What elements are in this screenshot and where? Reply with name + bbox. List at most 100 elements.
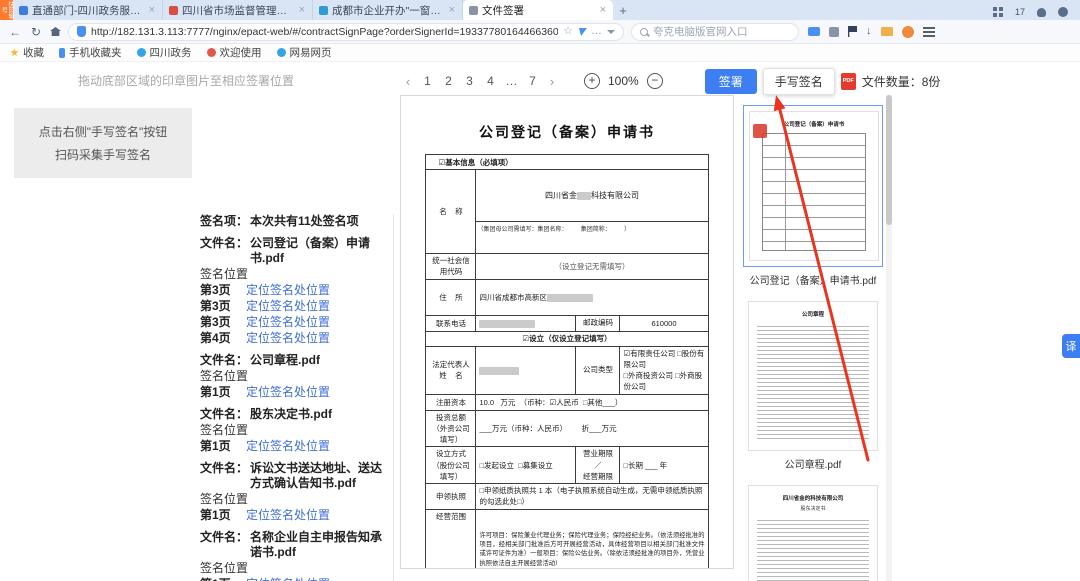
- new-tab-button[interactable]: +: [613, 2, 633, 20]
- document-thumbnail[interactable]: 公司登记（备案）申请书 公司登记（备案）申请书.pdf: [741, 105, 885, 288]
- locate-signature-link[interactable]: 定位签名处位置: [246, 385, 330, 400]
- search-placeholder[interactable]: 夸克电脑版官网入口: [653, 24, 748, 39]
- url-field[interactable]: http://182.131.3.113:7777/nginx/epact-we…: [68, 22, 624, 41]
- handwrite-hint-line2: 扫码采集手写签名: [54, 148, 151, 162]
- sign-row-label: 文件名：: [200, 530, 249, 544]
- sign-position-row: 第3页 定位签名处位置: [200, 299, 387, 314]
- page-number-button[interactable]: 4: [483, 74, 498, 88]
- browser-tab[interactable]: 文件签署 ×: [463, 0, 613, 20]
- bookmark-favicon-icon: [206, 48, 216, 57]
- document-title: 公司登记（备案）申请书: [479, 124, 655, 140]
- user-icon[interactable]: [1058, 7, 1068, 17]
- browser-tab[interactable]: 直通部门-四川政务服务网 ×: [13, 0, 163, 20]
- apps-grid-icon[interactable]: [992, 7, 1003, 17]
- tab-title: 四川省市场监督管理局网上(: [182, 4, 294, 17]
- sign-sublabel-row: 签名位置: [200, 492, 249, 506]
- flag-icon[interactable]: [848, 26, 857, 37]
- tab-favicon-icon: [469, 5, 478, 15]
- speed-mode-icon[interactable]: [577, 27, 587, 36]
- bookmark-item[interactable]: 四川政务: [136, 45, 192, 60]
- locate-signature-link[interactable]: 定位签名处位置: [246, 331, 330, 346]
- bookmark-item[interactable]: 网易网页: [276, 45, 332, 60]
- browser-tab[interactable]: 成都市企业开办"一窗通"网上( ×: [313, 0, 463, 20]
- url-text[interactable]: http://182.131.3.113:7777/nginx/epact-we…: [91, 26, 558, 38]
- download-icon[interactable]: ↓: [866, 26, 872, 37]
- page-number-button[interactable]: 2: [441, 74, 456, 88]
- sign-button[interactable]: 签署: [704, 68, 757, 94]
- locate-signature-link[interactable]: 定位签名处位置: [246, 299, 330, 314]
- avatar[interactable]: [901, 25, 914, 38]
- bookmark-label: 四川政务: [149, 47, 192, 59]
- search-box[interactable]: 夸克电脑版官网入口: [631, 22, 799, 41]
- extensions-icon[interactable]: [829, 26, 839, 37]
- document-thumbnail[interactable]: 四川省金的科技有限公司 股东决定书: [741, 485, 885, 581]
- next-page-icon[interactable]: ›: [546, 74, 558, 89]
- page-number-button[interactable]: 3: [462, 74, 477, 88]
- thumbnail-page: 四川省金的科技有限公司 股东决定书: [748, 485, 878, 581]
- home-icon[interactable]: [50, 27, 61, 36]
- thumbnail-title: 四川省金的科技有限公司: [782, 496, 844, 502]
- drag-hint-text: 拖动底部区域的印章图片至相应签署位置: [78, 74, 295, 88]
- locate-signature-link[interactable]: 定位签名处位置: [246, 577, 330, 581]
- file-count: 文件数量：8份: [861, 74, 941, 89]
- sign-file-row: 文件名： 公司登记（备案）申请书.pdf: [200, 236, 387, 266]
- notification-count-badge[interactable]: 17: [1015, 7, 1025, 17]
- url-dropdown-icon[interactable]: [607, 29, 615, 34]
- refresh-icon[interactable]: ↻: [29, 25, 43, 39]
- tab-close-icon[interactable]: ×: [448, 4, 456, 16]
- sign-row-value: 公司登记（备案）申请书.pdf: [250, 236, 371, 265]
- security-shield-icon: [77, 26, 86, 37]
- redacted-text: [576, 191, 591, 200]
- zoom-in-button[interactable]: +: [584, 73, 600, 89]
- locate-signature-link[interactable]: 定位签名处位置: [246, 315, 330, 330]
- locate-signature-link[interactable]: 定位签名处位置: [246, 283, 330, 298]
- zoom-out-button[interactable]: −: [646, 73, 663, 89]
- sign-row-value: 股东决定书.pdf: [250, 407, 332, 421]
- bookmark-item[interactable]: 收藏: [10, 45, 44, 60]
- term-value: □长期 ___ 年: [619, 446, 709, 484]
- document-preview[interactable]: 公司登记（备案）申请书 ☑基本信息（必填项） 名 称 四川省金 科技有限公司 （集…: [400, 95, 734, 569]
- sign-row-label: 签名项：: [200, 214, 249, 228]
- page-number-button[interactable]: …: [504, 74, 519, 88]
- bookmark-favicon-icon: [136, 48, 146, 57]
- tab-close-icon[interactable]: ×: [148, 4, 156, 16]
- document-toolbar: ‹ 1 2 3 4 … 7 › + 100% − 签署 手写签名 PDF 文件数量：8份: [402, 67, 941, 95]
- handwrite-sign-button[interactable]: 手写签名: [762, 67, 835, 95]
- form-section-setup: ☑设立（仅设立登记填写）: [425, 330, 709, 347]
- credit-code-value: （设立登记无需填写）: [475, 253, 709, 280]
- folder-icon[interactable]: [880, 27, 893, 36]
- locate-signature-link[interactable]: 定位签名处位置: [246, 439, 330, 454]
- translate-button[interactable]: 译: [1062, 334, 1080, 358]
- page-number-button[interactable]: 1: [420, 74, 435, 88]
- screenshot-icon[interactable]: [808, 27, 820, 36]
- sign-sublabel-row: 签名位置: [200, 369, 249, 383]
- thumbnail-page: 公司章程: [748, 301, 878, 451]
- locate-signature-link[interactable]: 定位签名处位置: [246, 508, 330, 523]
- menu-icon[interactable]: [922, 26, 935, 37]
- bookmark-item[interactable]: 欢迎使用: [206, 45, 262, 60]
- bell-icon[interactable]: [1037, 7, 1046, 17]
- page-number-label: 第3页: [200, 283, 231, 297]
- url-more-icon[interactable]: …: [591, 26, 602, 37]
- thumbnail-scrollbar[interactable]: [886, 95, 892, 581]
- tab-close-icon[interactable]: ×: [298, 4, 306, 16]
- page-number-button[interactable]: 7: [525, 74, 540, 88]
- tab-close-icon[interactable]: ×: [599, 4, 607, 16]
- page-number-label: 第1页: [200, 508, 231, 522]
- sign-position-row: 第1页 定位签名处位置: [200, 577, 387, 581]
- group-name-note: （集团母公司需填写：集团名称： 集团简称： ）: [476, 221, 708, 235]
- bookmark-star-icon[interactable]: ☆: [563, 26, 573, 37]
- scrollbar-thumb[interactable]: [886, 95, 892, 225]
- page-number-label: 第1页: [200, 385, 231, 399]
- back-icon[interactable]: ←: [8, 25, 22, 39]
- browser-tab[interactable]: 四川省市场监督管理局网上( ×: [163, 0, 313, 20]
- red-seal-stamp: [753, 124, 767, 138]
- sign-file-row: 文件名： 诉讼文书送达地址、送达方式确认告知书.pdf: [200, 461, 387, 491]
- bookmark-item[interactable]: 手机收藏夹: [59, 45, 122, 60]
- document-thumbnail[interactable]: 公司章程 公司章程.pdf: [741, 301, 885, 472]
- company-name: 四川省金 科技有限公司: [544, 191, 639, 200]
- sign-position-row: 第1页 定位签名处位置: [200, 385, 387, 400]
- sign-row-label: 文件名：: [200, 461, 249, 475]
- prev-page-icon[interactable]: ‹: [402, 74, 414, 89]
- tab-title: 成都市企业开办"一窗通"网上(: [332, 4, 444, 17]
